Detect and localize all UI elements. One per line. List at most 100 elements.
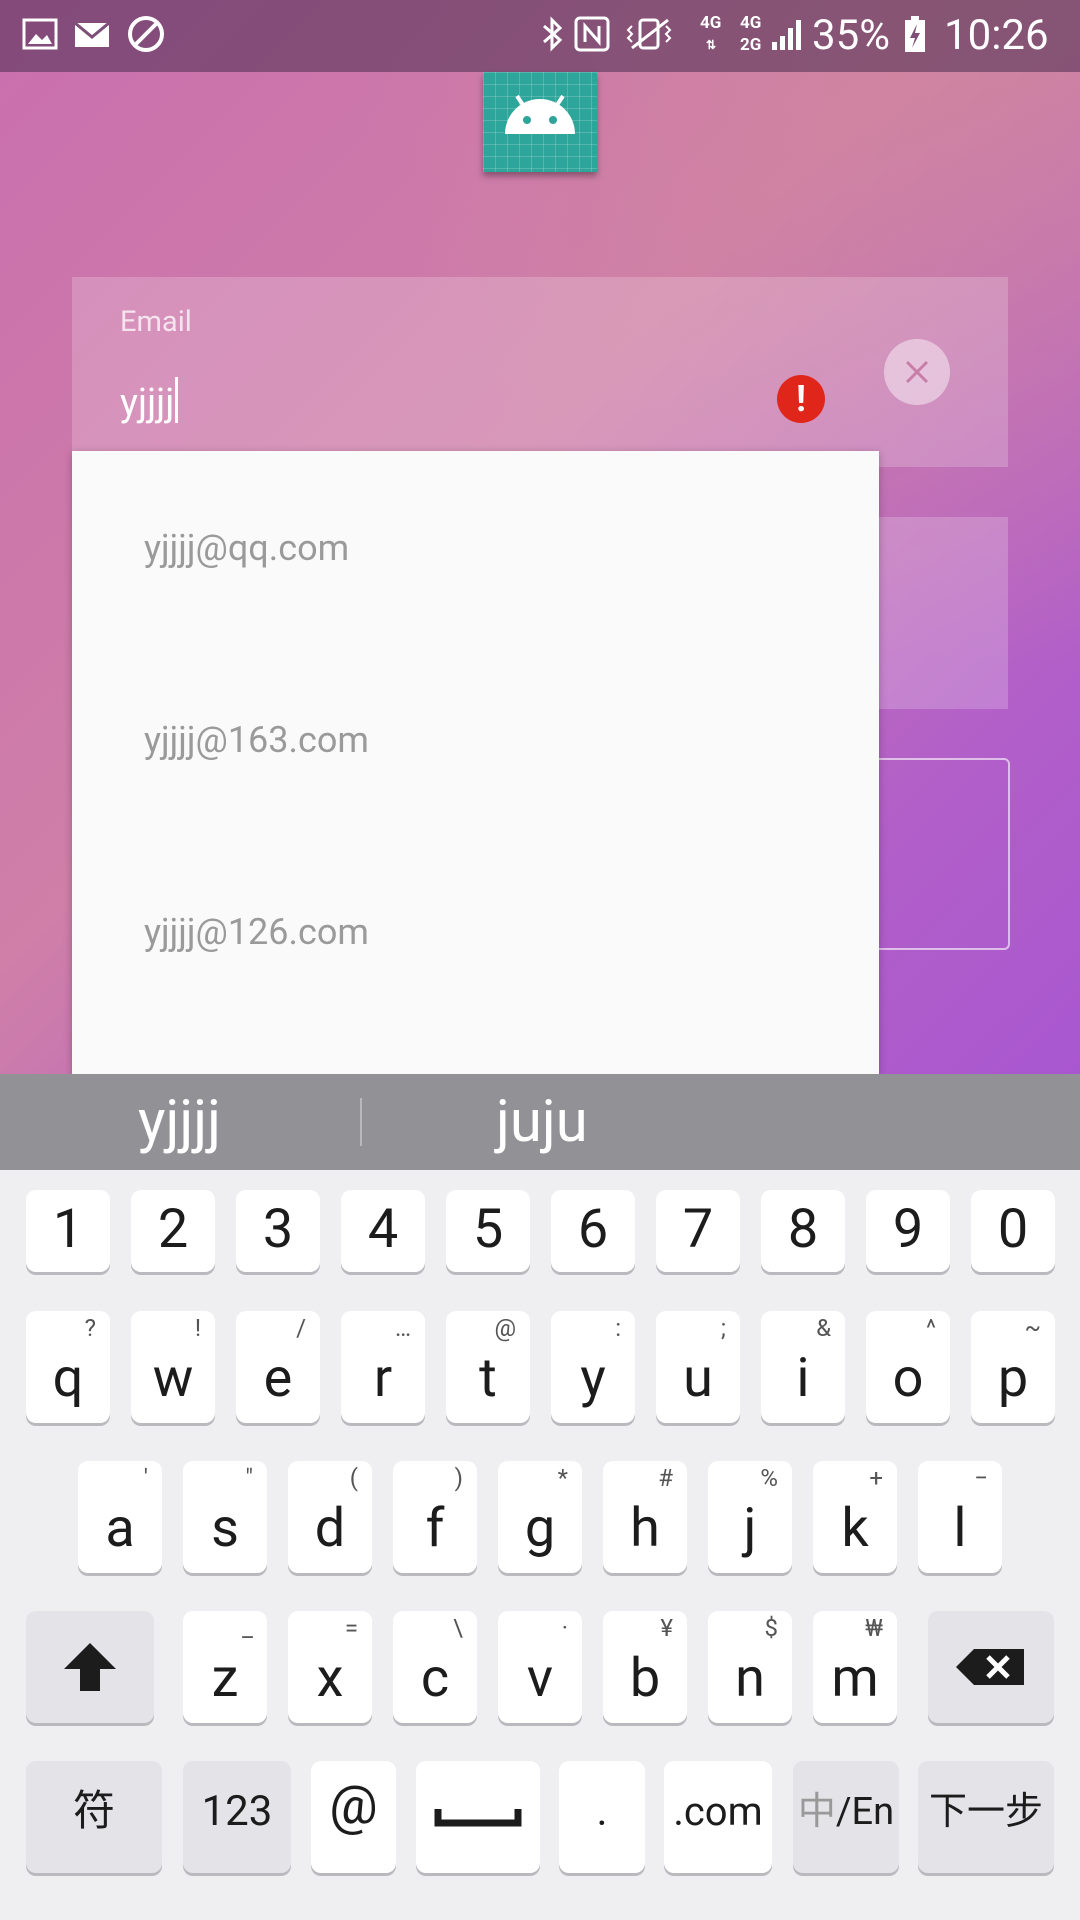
key-r[interactable]: … r	[341, 1311, 425, 1423]
key-label: i	[796, 1347, 810, 1410]
key-alt-label: $	[764, 1614, 779, 1642]
key-v[interactable]: · v	[498, 1611, 582, 1723]
key-b[interactable]: ¥ b	[603, 1611, 687, 1723]
soft-keyboard: 1 2 3 4 5 6 7 8 9 0 ? q ! w / e … r @ t :y ; u…	[0, 1170, 1080, 1920]
key-label: n	[735, 1647, 765, 1710]
shift-key[interactable]	[26, 1611, 154, 1723]
key-q[interactable]: ? q	[26, 1311, 110, 1423]
key-a[interactable]: ' a	[78, 1461, 162, 1573]
key-z[interactable]: _ z	[183, 1611, 267, 1723]
key-c[interactable]: \ c	[393, 1611, 477, 1723]
key-6[interactable]: 6	[551, 1190, 635, 1272]
key-label: f	[425, 1497, 445, 1560]
key-i[interactable]: & i	[761, 1311, 845, 1423]
key-label: /En	[835, 1790, 895, 1834]
bluetooth-icon	[543, 16, 563, 52]
key-d[interactable]: (d	[288, 1461, 372, 1573]
key-alt-label: &	[816, 1314, 831, 1342]
error-icon: !	[777, 375, 825, 423]
autocomplete-option[interactable]: yjjjj@qq.com	[144, 518, 349, 578]
key-y[interactable]: :y	[551, 1311, 635, 1423]
key-l[interactable]: − l	[918, 1461, 1002, 1573]
key-g[interactable]: * g	[498, 1461, 582, 1573]
key-alt-label: !	[194, 1314, 201, 1342]
symbols-key[interactable]: 符	[26, 1761, 162, 1873]
email-autocomplete-dropdown: yjjjj@qq.com yjjjj@163.com yjjjj@126.com	[72, 451, 879, 1074]
key-label: l	[953, 1497, 967, 1560]
key-alt-label: …	[394, 1314, 411, 1342]
clear-button[interactable]	[884, 339, 950, 405]
key-alt-label: ?	[84, 1314, 96, 1342]
key-alt-label: ^	[925, 1314, 936, 1342]
key-f[interactable]: ) f	[393, 1461, 477, 1573]
key-alt-label: (	[349, 1464, 358, 1492]
key-9[interactable]: 9	[866, 1190, 950, 1272]
key-0[interactable]: 0	[971, 1190, 1055, 1272]
key-alt-label: )	[454, 1464, 463, 1492]
key-label: 中	[797, 1790, 836, 1834]
key-alt-label: ;	[720, 1314, 726, 1342]
signal-icon	[772, 20, 801, 50]
language-switch-key[interactable]: 中/En	[793, 1761, 899, 1873]
key-j[interactable]: % j	[708, 1461, 792, 1573]
backspace-key[interactable]	[928, 1611, 1054, 1723]
space-bar-icon	[434, 1809, 522, 1827]
key-label: 3	[262, 1198, 294, 1261]
key-label: 0	[997, 1198, 1029, 1261]
key-alt-label: /	[296, 1314, 306, 1342]
dotcom-key[interactable]: .com	[664, 1761, 772, 1873]
key-x[interactable]: = x	[288, 1611, 372, 1723]
key-alt-label: ·	[561, 1614, 568, 1642]
key-alt-label: +	[869, 1464, 883, 1492]
next-key[interactable]: 下一步	[918, 1761, 1054, 1873]
key-n[interactable]: $ n	[708, 1611, 792, 1723]
key-p[interactable]: ~ p	[971, 1311, 1055, 1423]
key-label: 5	[472, 1198, 504, 1261]
key-3[interactable]: 3	[236, 1190, 320, 1272]
close-icon	[905, 360, 929, 384]
space-key[interactable]	[416, 1761, 540, 1873]
autocomplete-option[interactable]: yjjjj@126.com	[144, 902, 369, 962]
key-m[interactable]: ₩ m	[813, 1611, 897, 1723]
key-h[interactable]: # h	[603, 1461, 687, 1573]
period-key[interactable]: .	[559, 1761, 645, 1873]
key-s[interactable]: " s	[183, 1461, 267, 1573]
shift-arrow-icon	[64, 1643, 116, 1691]
key-label: a	[105, 1497, 135, 1560]
key-label: e	[263, 1347, 293, 1410]
suggestion-item[interactable]: yjjjj	[138, 1090, 221, 1154]
numbers-key[interactable]: 123	[183, 1761, 291, 1873]
mail-icon	[74, 21, 110, 47]
key-label: k	[841, 1497, 869, 1560]
key-t[interactable]: @ t	[446, 1311, 530, 1423]
key-alt-label: @	[494, 1314, 516, 1342]
suggestion-item[interactable]: juju	[496, 1090, 588, 1154]
key-label: p	[997, 1347, 1029, 1410]
key-o[interactable]: ^ o	[866, 1311, 950, 1423]
key-5[interactable]: 5	[446, 1190, 530, 1272]
key-8[interactable]: 8	[761, 1190, 845, 1272]
key-label: @	[329, 1774, 378, 1837]
autocomplete-option[interactable]: yjjjj@163.com	[144, 710, 369, 770]
key-label: t	[479, 1347, 497, 1410]
key-label: w	[152, 1347, 194, 1410]
network-type-4g-sim2: 4G	[740, 13, 762, 33]
key-7[interactable]: 7	[656, 1190, 740, 1272]
key-e[interactable]: / e	[236, 1311, 320, 1423]
key-label: 1	[52, 1198, 84, 1261]
key-1[interactable]: 1	[26, 1190, 110, 1272]
battery-charging-icon	[905, 16, 925, 52]
email-input[interactable]: yjjjj	[120, 377, 179, 425]
no-sync-icon	[128, 16, 164, 52]
email-field[interactable]: Email yjjjj !	[72, 277, 1008, 467]
key-label: o	[892, 1347, 924, 1410]
key-label: s	[211, 1497, 239, 1560]
key-w[interactable]: ! w	[131, 1311, 215, 1423]
key-u[interactable]: ; u	[656, 1311, 740, 1423]
key-4[interactable]: 4	[341, 1190, 425, 1272]
key-2[interactable]: 2	[131, 1190, 215, 1272]
key-alt-label: ₩	[865, 1614, 883, 1642]
at-key[interactable]: @	[311, 1761, 396, 1873]
key-label: z	[211, 1647, 239, 1710]
key-k[interactable]: + k	[813, 1461, 897, 1573]
